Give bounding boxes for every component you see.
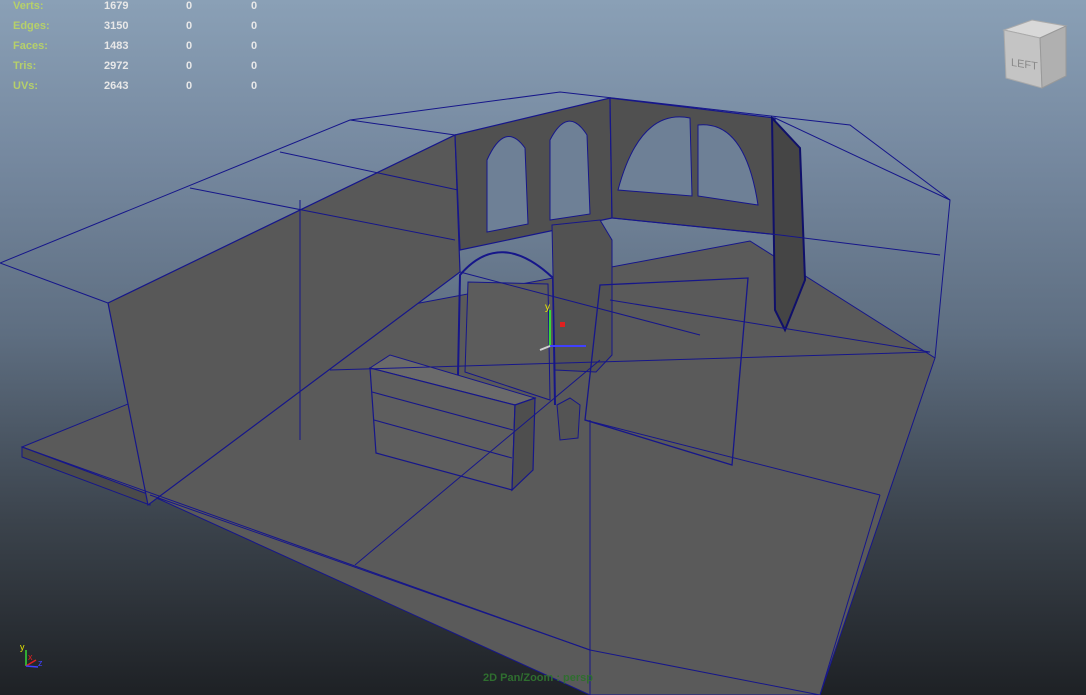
hud-row-tris: Tris: 2972 0 0: [13, 56, 273, 76]
hud-component: 0: [251, 60, 258, 72]
hud-selected: 0: [186, 80, 193, 92]
hud-total: 1679: [104, 0, 129, 12]
perspective-viewport[interactable]: y Verts: 1679 0 0 Edges: 3150 0 0 Faces:…: [0, 0, 1086, 695]
hud-total: 3150: [104, 20, 129, 32]
hud-label: Edges:: [13, 20, 50, 32]
hud-selected: 0: [186, 20, 193, 32]
gizmo-y-label: y: [20, 642, 25, 652]
hud-total: 2643: [104, 80, 129, 92]
arch-1: [486, 136, 529, 233]
camera-name-label: 2D Pan/Zoom : persp: [483, 672, 594, 684]
hud-row-edges: Edges: 3150 0 0: [13, 16, 273, 36]
gizmo-z-axis: [25, 665, 39, 668]
hud-selected: 0: [186, 60, 193, 72]
hud-label: UVs:: [13, 80, 39, 92]
hud-component: 0: [251, 40, 258, 52]
manip-z-axis[interactable]: [539, 345, 551, 351]
hud-total: 1483: [104, 40, 129, 52]
hud-total: 2972: [104, 60, 129, 72]
axis-gizmo: y x z: [20, 642, 43, 668]
poly-count-hud: Verts: 1679 0 0 Edges: 3150 0 0 Faces: 1…: [13, 0, 273, 96]
hud-component: 0: [251, 0, 258, 12]
hud-row-verts: Verts: 1679 0 0: [13, 0, 273, 16]
hud-row-uvs: UVs: 2643 0 0: [13, 76, 273, 96]
hud-selected: 0: [186, 40, 193, 52]
hud-label: Faces:: [13, 40, 48, 52]
viewcube[interactable]: LEFT: [1000, 16, 1070, 92]
hud-label: Tris:: [13, 60, 37, 72]
manip-center-handle[interactable]: [560, 322, 565, 327]
hud-row-faces: Faces: 1483 0 0: [13, 36, 273, 56]
hud-label: Verts:: [13, 0, 44, 12]
manip-y-label: y: [545, 302, 550, 313]
arch-2: [549, 120, 591, 221]
move-manipulator[interactable]: y: [538, 302, 590, 354]
small-box: [556, 397, 581, 441]
hud-component: 0: [251, 20, 258, 32]
hud-component: 0: [251, 80, 258, 92]
gizmo-z-label: z: [38, 658, 43, 668]
hud-selected: 0: [186, 0, 193, 12]
gizmo-x-label: x: [28, 652, 33, 662]
